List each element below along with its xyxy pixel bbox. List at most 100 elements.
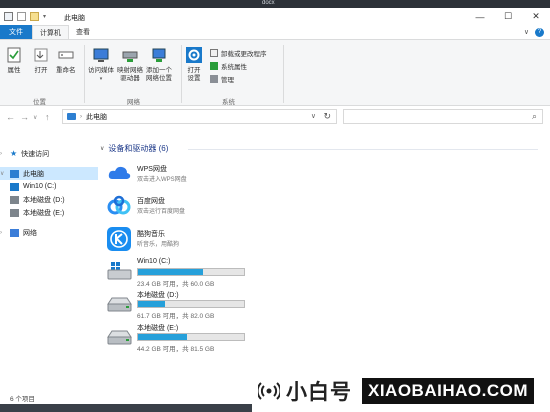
open-settings-button[interactable]: 打开 设置 [185, 46, 203, 83]
navigation-pane: › ★ 快速访问 ∨ 此电脑 Win10 (C:) 本地磁盘 (D:) 本地磁盘… [0, 128, 98, 390]
window-title: 此电脑 [64, 15, 85, 22]
cloud-item-wps[interactable]: WPS网盘 双击进入WPS网盘 [106, 161, 266, 187]
wps-cloud-icon [108, 166, 131, 179]
chevron-down-icon[interactable]: ∨ [33, 114, 37, 121]
nav-label: Win10 (C:) [23, 183, 57, 190]
chevron-right-icon: › [80, 113, 82, 120]
map-drive-icon [122, 51, 138, 62]
map-drive-button[interactable]: 映射网络 驱动器 [117, 46, 143, 83]
uninstall-label: 卸载或更改程序 [221, 51, 267, 58]
manage-icon [210, 75, 218, 83]
outer-strip: docx [0, 0, 550, 8]
chevron-right-icon[interactable]: › [0, 151, 6, 157]
drive-usage-fill [138, 334, 187, 340]
manage-button[interactable]: 管理 [210, 74, 234, 84]
refresh-icon[interactable]: ↻ [323, 111, 331, 122]
drive-icon [10, 208, 19, 217]
cloud-desc: 双击运行百度网盘 [137, 209, 186, 215]
uninstall-button[interactable]: 卸载或更改程序 [210, 48, 267, 58]
watermark-url: XIAOBAIHAO.COM [362, 378, 534, 404]
properties-button[interactable]: 属性 [5, 46, 23, 75]
nav-label: 网络 [23, 229, 37, 237]
drive-item-c[interactable]: Win10 (C:) 23.4 GB 可用，共 60.0 GB [106, 258, 356, 288]
search-input[interactable]: ⌕ [343, 109, 543, 124]
window-icon [4, 12, 13, 21]
star-icon: ★ [10, 149, 18, 158]
drive-usage-fill [138, 269, 203, 275]
tab-view[interactable]: 查看 [69, 25, 97, 39]
nav-label: 本地磁盘 (E:) [23, 209, 65, 217]
system-properties-icon [210, 62, 218, 70]
drive-usage-bar [137, 300, 245, 308]
quick-access-toolbar: ▾ [4, 12, 49, 21]
address-path: 此电脑 [86, 113, 107, 121]
tab-computer[interactable]: 计算机 [32, 25, 69, 39]
file-explorer-window: ▾ 此电脑 — ☐ ✕ 文件 计算机 查看 ∨ ? 属性 打开 重命名 位置 访… [0, 8, 550, 404]
content-pane: ∨ 设备和驱动器 (6) WPS网盘 双击进入WPS网盘 百度网盘 双击运行百度… [98, 128, 550, 390]
pc-icon [67, 113, 76, 120]
maximize-button[interactable]: ☐ [494, 8, 522, 25]
nav-item-quick-access[interactable]: › ★ 快速访问 [0, 147, 98, 160]
back-button[interactable]: ← [6, 112, 15, 122]
address-bar[interactable]: › 此电脑 ∨ ↻ [62, 109, 337, 124]
nav-item-drive-c[interactable]: Win10 (C:) [0, 180, 98, 193]
drive-space: 23.4 GB 可用，共 60.0 GB [137, 281, 215, 288]
drive-space: 61.7 GB 可用，共 82.0 GB [137, 313, 215, 320]
baidu-cloud-icon [107, 195, 131, 215]
help-icon[interactable]: ? [535, 28, 544, 37]
search-icon: ⌕ [531, 111, 537, 121]
chevron-right-icon[interactable]: › [0, 230, 6, 236]
tab-file[interactable]: 文件 [0, 25, 32, 39]
nav-item-drive-d[interactable]: 本地磁盘 (D:) [0, 193, 98, 206]
add-network-location-icon [152, 48, 166, 62]
drive-icon [10, 195, 19, 204]
open-button[interactable]: 打开 [32, 46, 50, 75]
cloud-item-kugou[interactable]: 酷狗音乐 听音乐，用酷狗 [106, 226, 266, 252]
drive-item-e[interactable]: 本地磁盘 (E:) 44.2 GB 可用，共 81.5 GB [106, 323, 356, 353]
nav-item-drive-e[interactable]: 本地磁盘 (E:) [0, 206, 98, 219]
nav-item-network[interactable]: › 网络 [0, 226, 98, 239]
group-separator [84, 45, 85, 103]
open-label: 打开 [34, 67, 48, 74]
media-icon [93, 48, 109, 62]
system-properties-label: 系统属性 [221, 64, 247, 71]
windows-drive-icon [10, 182, 19, 191]
section-divider [188, 149, 538, 150]
forward-button[interactable]: → [20, 112, 29, 122]
address-row: ← → ∨ ↑ › 此电脑 ∨ ↻ ⌕ [0, 106, 550, 128]
section-header[interactable]: ∨ 设备和驱动器 (6) [100, 143, 168, 154]
access-media-button[interactable]: 访问媒体 ▾ [88, 46, 114, 83]
chevron-down-icon: ▾ [99, 76, 103, 82]
ribbon-tabs: 文件 计算机 查看 ∨ ? [0, 25, 550, 39]
group-label-location: 位置 [33, 99, 46, 106]
group-label-network: 网络 [127, 99, 140, 106]
properties-qat-icon[interactable] [17, 12, 26, 21]
add-network-location-button[interactable]: 添加一个 网络位置 [146, 46, 172, 83]
up-button[interactable]: ↑ [45, 112, 50, 122]
drive-usage-bar [137, 268, 245, 276]
rename-button[interactable]: 重命名 [56, 46, 76, 75]
group-separator [181, 45, 182, 103]
nav-item-this-pc[interactable]: ∨ 此电脑 [0, 167, 98, 180]
chevron-down-icon[interactable]: ∨ [311, 112, 316, 120]
drive-icon [107, 297, 132, 312]
pc-icon [10, 169, 19, 178]
nav-label: 此电脑 [23, 170, 44, 178]
system-properties-button[interactable]: 系统属性 [210, 61, 247, 71]
close-button[interactable]: ✕ [522, 8, 550, 25]
chevron-down-icon[interactable]: ∨ [100, 145, 104, 152]
map-drive-label: 映射网络 驱动器 [117, 67, 143, 82]
chevron-down-icon[interactable]: ▾ [43, 14, 49, 20]
chevron-down-icon[interactable]: ∨ [524, 28, 529, 37]
new-folder-qat-icon[interactable] [30, 12, 39, 21]
cloud-item-baidu[interactable]: 百度网盘 双击运行百度网盘 [106, 193, 266, 219]
minimize-button[interactable]: — [466, 8, 494, 25]
chevron-down-icon[interactable]: ∨ [0, 170, 6, 177]
cloud-name: 酷狗音乐 [137, 231, 165, 238]
drive-usage-bar [137, 333, 245, 341]
group-separator [283, 45, 284, 103]
drive-name: 本地磁盘 (D:) [137, 292, 179, 299]
windows-drive-icon [107, 262, 132, 280]
kugou-icon [107, 227, 131, 251]
drive-item-d[interactable]: 本地磁盘 (D:) 61.7 GB 可用，共 82.0 GB [106, 290, 356, 320]
